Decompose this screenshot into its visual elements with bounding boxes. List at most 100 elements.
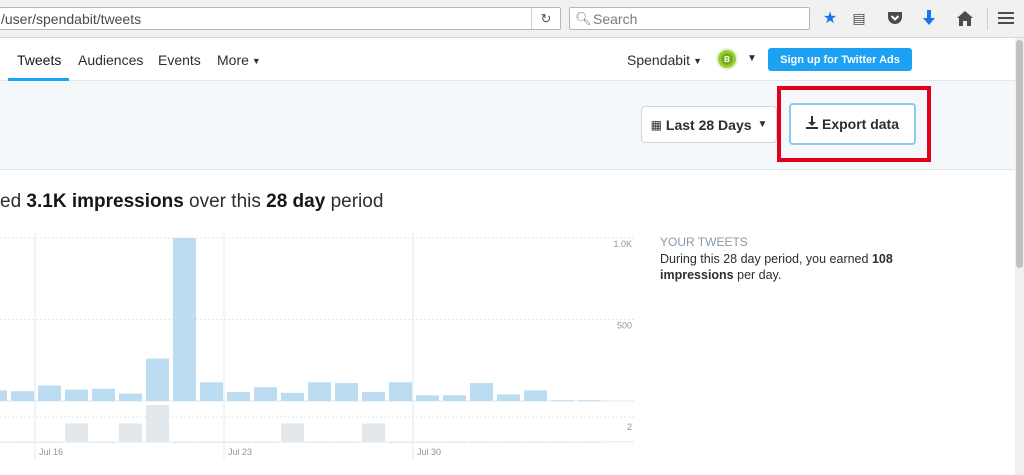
analytics-nav: Tweets Audiences Events More ▼ Spendabit ▼…: [0, 38, 1024, 81]
impressions-bar: [0, 390, 7, 401]
side-text-end: per day.: [733, 268, 782, 282]
impressions-bar: [524, 390, 547, 401]
page-header: ▦ Last 28 Days ▼ Export data: [0, 81, 1024, 170]
impressions-bar: [119, 393, 142, 401]
reading-list-icon[interactable]: ▤: [849, 8, 869, 28]
impressions-bar: [389, 382, 412, 401]
impressions-bar: [281, 392, 304, 401]
impressions-bar: [362, 392, 385, 401]
impressions-bar: [11, 391, 34, 401]
chevron-down-icon: ▼: [693, 56, 702, 66]
y-tick-label: 2: [627, 422, 632, 432]
summary-middle: over this: [183, 191, 267, 212]
account-name: Spendabit: [627, 52, 691, 68]
y-tick-label: 1.0K: [613, 239, 632, 249]
menu-icon[interactable]: [996, 8, 1016, 28]
search-input[interactable]: 🔍︎ Search: [569, 7, 810, 30]
impressions-bar: [443, 395, 466, 401]
calendar-icon: ▦: [650, 117, 662, 132]
toolbar-separator: [987, 8, 988, 30]
tab-more-label: More: [217, 52, 249, 68]
engagement-bar: [0, 442, 7, 443]
impressions-bar: [65, 389, 88, 401]
download-icon: [805, 116, 818, 132]
engagement-bar: [443, 442, 466, 443]
chevron-down-icon[interactable]: ▼: [747, 53, 757, 64]
impressions-bar: [308, 382, 331, 401]
summary-period: 28 day: [266, 191, 326, 212]
date-range-button[interactable]: ▦ Last 28 Days ▼: [641, 106, 777, 143]
url-text: /user/spendabit/tweets: [1, 11, 142, 27]
reload-icon[interactable]: ↻: [531, 8, 560, 29]
engagement-bar: [92, 442, 115, 443]
bookmark-star-icon[interactable]: ★: [820, 8, 840, 28]
engagement-bar: [362, 423, 385, 442]
x-tick-label: Jul 30: [417, 447, 441, 457]
side-text-suffix: impressions: [660, 268, 734, 282]
engagement-bar: [227, 442, 250, 443]
impressions-bar: [497, 394, 520, 401]
impressions-bar: [254, 387, 277, 401]
impressions-bar: [551, 400, 574, 402]
engagement-bar: [38, 442, 61, 443]
summary-suffix: period: [325, 191, 384, 212]
summary-prefix: ed: [0, 191, 27, 212]
bitcoin-logo-icon: B: [721, 53, 733, 65]
tab-events[interactable]: Events: [158, 52, 201, 68]
impressions-summary: ed 3.1K impressions over this 28 day per…: [0, 191, 383, 213]
engagement-bar: [524, 442, 547, 443]
engagement-bar: [578, 442, 601, 443]
chevron-down-icon: ▼: [251, 56, 261, 66]
impressions-bar: [173, 238, 196, 401]
impressions-bar: [38, 385, 61, 401]
engagement-bar: [416, 442, 439, 443]
home-icon[interactable]: [955, 8, 975, 28]
url-bar[interactable]: /user/spendabit/tweets ↻: [0, 7, 561, 30]
impressions-bar: [146, 358, 169, 401]
tab-audiences[interactable]: Audiences: [78, 52, 143, 68]
export-data-label: Export data: [821, 116, 899, 132]
impressions-bar: [92, 388, 115, 401]
engagement-bar: [11, 442, 34, 443]
your-tweets-text: During this 28 day period, you earned 10…: [660, 251, 930, 283]
x-tick-label: Jul 23: [228, 447, 252, 457]
impressions-bar: [335, 383, 358, 401]
engagement-bar: [254, 442, 277, 443]
impressions-chart: 1.0K 500 2 Jul 16 Jul 23 Jul 30: [0, 233, 634, 459]
impressions-bar: [200, 382, 223, 401]
search-icon: 🔍︎: [575, 11, 592, 26]
engagement-bar: [470, 442, 493, 443]
sign-up-ads-button[interactable]: Sign up for Twitter Ads: [768, 48, 912, 71]
engagement-bar: [308, 442, 331, 443]
engagement-bar: [389, 442, 412, 443]
tab-more[interactable]: More ▼: [217, 52, 261, 68]
impressions-bar: [578, 400, 601, 402]
impressions-bar: [227, 392, 250, 401]
impressions-bar: [416, 395, 439, 401]
side-text-prefix: During this 28 day period, you earned: [660, 252, 872, 266]
export-data-button[interactable]: Export data: [789, 103, 916, 145]
y-tick-label: 500: [617, 321, 632, 331]
pocket-icon[interactable]: [885, 8, 905, 28]
search-placeholder: Search: [593, 11, 638, 27]
summary-impressions: 3.1K impressions: [26, 191, 184, 212]
engagement-bar: [119, 423, 142, 442]
engagement-bar: [281, 423, 304, 442]
tab-tweets[interactable]: Tweets: [17, 52, 61, 68]
your-tweets-title: YOUR TWEETS: [660, 235, 748, 249]
downloads-icon[interactable]: [919, 8, 939, 28]
avatar[interactable]: B: [716, 48, 738, 70]
engagement-bar: [65, 423, 88, 442]
impressions-bar: [470, 383, 493, 401]
engagement-bar: [551, 442, 574, 443]
engagement-bar: [146, 405, 169, 442]
x-tick-label: Jul 16: [39, 447, 63, 457]
chevron-down-icon: ▼: [757, 119, 768, 130]
date-range-label: Last 28 Days: [665, 116, 752, 133]
account-switcher[interactable]: Spendabit ▼: [627, 52, 702, 68]
engagement-bar: [335, 442, 358, 443]
scrollbar-thumb[interactable]: [1016, 40, 1023, 268]
engagement-bar: [200, 442, 223, 443]
engagement-bar: [497, 442, 520, 443]
browser-toolbar: /user/spendabit/tweets ↻ 🔍︎ Search ★ ▤: [0, 0, 1024, 38]
